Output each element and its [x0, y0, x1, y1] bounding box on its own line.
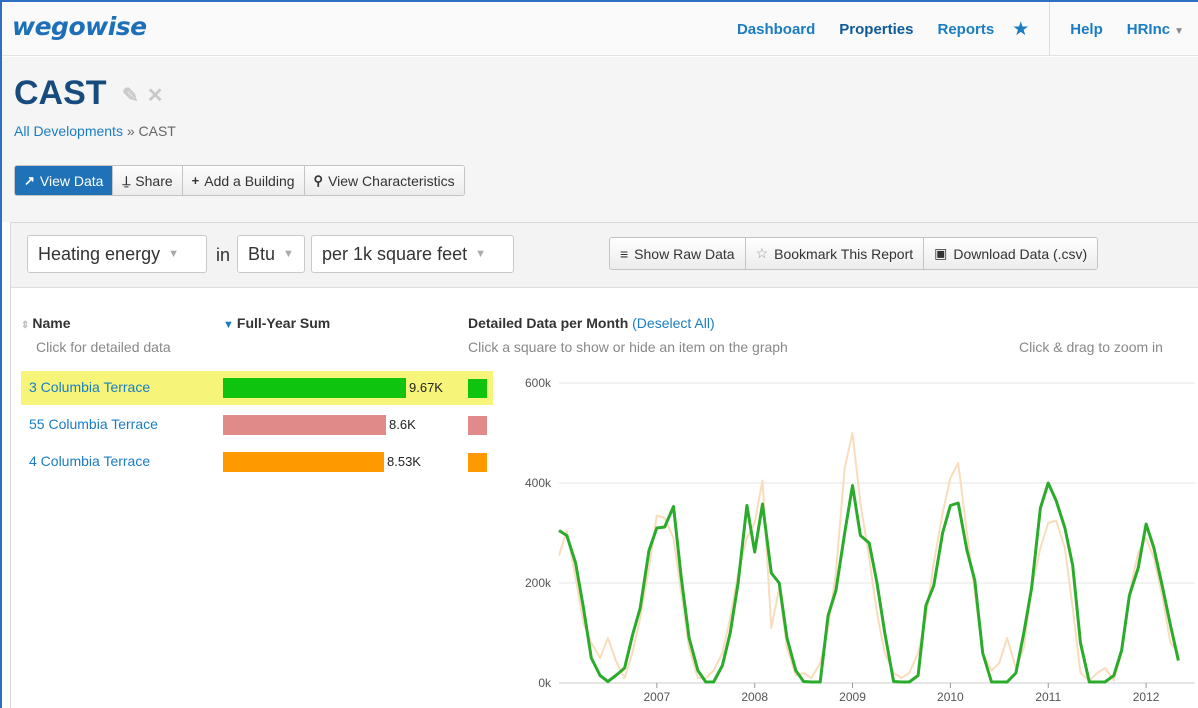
x-tick-label: 2009 — [839, 690, 866, 703]
search-icon: ⚲ — [313, 172, 324, 188]
share-user-icon: ⍊ — [122, 172, 131, 188]
metric-value: Heating energy — [38, 243, 161, 264]
pencil-icon[interactable]: ✎ — [122, 83, 139, 108]
user-name: HRInc — [1126, 20, 1171, 38]
y-tick-label: 0k — [538, 676, 552, 690]
sort-desc-icon: ▼ — [223, 319, 234, 331]
normalization-value: per 1k square feet — [322, 243, 468, 264]
nav-dashboard[interactable]: Dashboard — [737, 21, 815, 38]
page-title: CAST — [14, 74, 107, 112]
report-panel: Heating energy ▼ in Btu ▼ per 1k square … — [10, 222, 1198, 708]
series-toggle-swatch[interactable] — [468, 379, 487, 398]
deselect-all-link[interactable]: (Deselect All) — [632, 315, 714, 331]
report-controls: Heating energy ▼ in Btu ▼ per 1k square … — [11, 223, 1198, 288]
nav-help[interactable]: Help — [1070, 21, 1103, 38]
sum-header-label: Full-Year Sum — [236, 315, 331, 331]
full-year-sum-bar — [223, 452, 384, 472]
line-chart-icon: ↗ — [24, 172, 35, 188]
series-line — [558, 432, 1180, 682]
x-tick-label: 2012 — [1133, 690, 1160, 703]
building-row: 4 Columbia Terrace 8.53K — [21, 445, 493, 479]
chevron-down-icon: ▼ — [475, 248, 486, 260]
detail-column-hint: Click a square to show or hide an item o… — [468, 339, 788, 355]
sort-icon: ⇕ — [21, 320, 30, 331]
page-header: CAST ✎ ✕ All Developments » CAST ↗ View … — [2, 57, 1198, 222]
building-name-link[interactable]: 4 Columbia Terrace — [29, 453, 150, 469]
plus-icon: + — [191, 173, 200, 188]
full-year-sum-bar — [223, 415, 386, 435]
x-tick-label: 2011 — [1035, 690, 1061, 703]
list-icon: ≡ — [620, 245, 629, 262]
view-data-button[interactable]: ↗ View Data — [15, 166, 114, 195]
add-building-button[interactable]: + Add a Building — [182, 166, 305, 195]
download-csv-button[interactable]: ▣ Download Data (.csv) — [924, 238, 1098, 269]
nav-reports[interactable]: Reports — [938, 21, 995, 38]
view-characteristics-button[interactable]: ⚲ View Characteristics — [304, 166, 464, 195]
breadcrumb: All Developments » CAST — [14, 123, 176, 139]
x-tick-label: 2008 — [741, 690, 768, 703]
name-column-header[interactable]: ⇕ Name — [21, 315, 71, 331]
name-header-label: Name — [32, 315, 71, 331]
breadcrumb-all-developments[interactable]: All Developments — [14, 123, 123, 139]
show-raw-data-label: Show Raw Data — [634, 245, 735, 262]
bookmark-label: Bookmark This Report — [774, 245, 914, 262]
full-year-sum-value: 8.6K — [389, 417, 416, 432]
full-year-sum-bar — [223, 378, 406, 398]
close-icon[interactable]: ✕ — [147, 83, 164, 108]
nav-divider — [1049, 2, 1051, 56]
top-navigation: wegowise Dashboard Properties Reports ★ … — [2, 2, 1198, 56]
unit-select[interactable]: Btu ▼ — [237, 235, 305, 273]
series-toggle-swatch[interactable] — [468, 416, 487, 435]
chevron-down-icon: ▼ — [1174, 25, 1184, 37]
y-tick-label: 600k — [525, 376, 552, 390]
view-characteristics-label: View Characteristics — [328, 172, 455, 189]
breadcrumb-separator: » — [126, 123, 135, 139]
unit-value: Btu — [248, 243, 276, 264]
star-outline-icon: ☆ — [755, 245, 769, 261]
share-label: Share — [135, 172, 173, 189]
report-actions: ≡ Show Raw Data ☆ Bookmark This Report ▣… — [609, 237, 1099, 270]
app-window: wegowise Dashboard Properties Reports ★ … — [0, 0, 1198, 708]
chevron-down-icon: ▼ — [283, 248, 294, 260]
chevron-down-icon: ▼ — [168, 248, 179, 260]
bookmark-report-button[interactable]: ☆ Bookmark This Report — [745, 238, 925, 269]
y-tick-label: 400k — [525, 476, 552, 490]
save-disk-icon: ▣ — [934, 245, 948, 261]
page-actions: ↗ View Data ⍊ Share + Add a Building ⚲ V… — [14, 165, 465, 196]
user-menu[interactable]: HRInc ▼ — [1127, 21, 1184, 38]
monthly-detail-chart[interactable]: 0k 200k 400k 600k 2007 2008 2009 2010 2011 2012 — [501, 373, 1198, 703]
building-row: 55 Columbia Terrace 8.6K — [21, 408, 493, 442]
breadcrumb-current: CAST — [138, 123, 176, 139]
show-raw-data-button[interactable]: ≡ Show Raw Data — [610, 238, 746, 269]
y-tick-label: 200k — [525, 576, 552, 590]
detail-header-label: Detailed Data per Month — [468, 315, 629, 331]
bookmarks-star-icon[interactable]: ★ — [1012, 18, 1029, 41]
series-toggle-swatch[interactable] — [468, 453, 487, 472]
wegowise-logo[interactable]: wegowise — [12, 12, 147, 41]
nav-links: Dashboard Properties Reports ★ Help HRIn… — [725, 2, 1198, 56]
full-year-sum-column-header[interactable]: ▼ Full-Year Sum — [223, 315, 330, 331]
building-name-link[interactable]: 3 Columbia Terrace — [29, 379, 150, 395]
full-year-sum-value: 9.67K — [409, 380, 443, 395]
view-data-label: View Data — [39, 172, 104, 189]
title-actions: ✎ ✕ — [122, 83, 164, 108]
detail-column-header: Detailed Data per Month (Deselect All) — [468, 315, 715, 331]
full-year-sum-value: 8.53K — [387, 454, 421, 469]
x-tick-label: 2007 — [643, 690, 670, 703]
share-button[interactable]: ⍊ Share — [113, 166, 183, 195]
zoom-hint: Click & drag to zoom in — [1019, 339, 1163, 355]
metric-select[interactable]: Heating energy ▼ — [27, 235, 207, 273]
in-label: in — [216, 245, 231, 265]
x-tick-label: 2010 — [937, 690, 964, 703]
add-building-label: Add a Building — [204, 172, 295, 189]
download-label: Download Data (.csv) — [953, 245, 1088, 262]
nav-properties[interactable]: Properties — [839, 21, 913, 38]
name-column-hint: Click for detailed data — [36, 339, 171, 355]
building-row: 3 Columbia Terrace 9.67K — [21, 371, 493, 405]
normalization-select[interactable]: per 1k square feet ▼ — [311, 235, 514, 273]
building-name-link[interactable]: 55 Columbia Terrace — [29, 416, 158, 432]
